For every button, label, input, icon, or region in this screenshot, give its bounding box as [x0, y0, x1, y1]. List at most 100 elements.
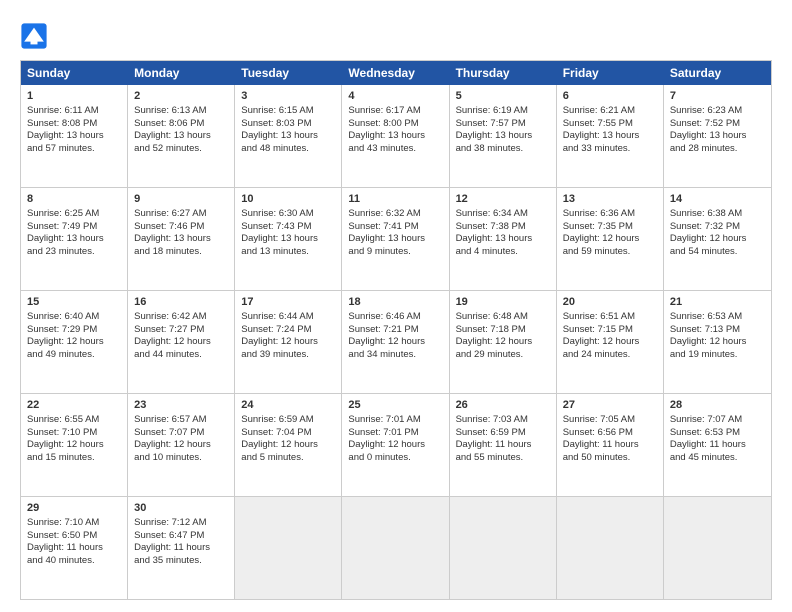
day-info-line: Sunrise: 7:07 AM [670, 414, 765, 427]
header [20, 18, 772, 50]
cal-cell [664, 497, 771, 599]
day-info-line: and 48 minutes. [241, 143, 335, 156]
cal-cell: 4Sunrise: 6:17 AMSunset: 8:00 PMDaylight… [342, 85, 449, 187]
day-info-line: Sunset: 7:27 PM [134, 324, 228, 337]
day-info-line: Daylight: 13 hours [134, 233, 228, 246]
day-info-line: Sunrise: 7:12 AM [134, 517, 228, 530]
cal-cell: 13Sunrise: 6:36 AMSunset: 7:35 PMDayligh… [557, 188, 664, 290]
day-info-line: Sunset: 7:07 PM [134, 427, 228, 440]
day-info-line: Daylight: 13 hours [27, 130, 121, 143]
logo-icon [20, 22, 48, 50]
cal-cell: 15Sunrise: 6:40 AMSunset: 7:29 PMDayligh… [21, 291, 128, 393]
day-info-line: Sunrise: 6:15 AM [241, 105, 335, 118]
calendar-header: SundayMondayTuesdayWednesdayThursdayFrid… [21, 61, 771, 85]
day-number: 21 [670, 295, 765, 310]
day-info-line: and 35 minutes. [134, 555, 228, 568]
day-info-line: Sunrise: 6:42 AM [134, 311, 228, 324]
day-info-line: Daylight: 12 hours [241, 336, 335, 349]
day-info-line: Sunrise: 6:48 AM [456, 311, 550, 324]
day-info-line: Sunset: 7:35 PM [563, 221, 657, 234]
cal-cell: 8Sunrise: 6:25 AMSunset: 7:49 PMDaylight… [21, 188, 128, 290]
day-info-line: Sunset: 7:13 PM [670, 324, 765, 337]
cal-row-2: 8Sunrise: 6:25 AMSunset: 7:49 PM Daylight… [21, 188, 771, 291]
day-info-line: Daylight: 13 hours [456, 130, 550, 143]
day-info-line: Daylight: 13 hours [670, 130, 765, 143]
day-number: 13 [563, 192, 657, 207]
day-info-line: Daylight: 12 hours [456, 336, 550, 349]
cal-cell [557, 497, 664, 599]
day-number: 20 [563, 295, 657, 310]
cal-cell: 23Sunrise: 6:57 AMSunset: 7:07 PMDayligh… [128, 394, 235, 496]
calendar: SundayMondayTuesdayWednesdayThursdayFrid… [20, 60, 772, 600]
day-info-line: and 45 minutes. [670, 452, 765, 465]
day-info-line: Sunset: 7:57 PM [456, 118, 550, 131]
cal-cell: 1Sunrise: 6:11 AMSunset: 8:08 PMDaylight… [21, 85, 128, 187]
day-info-line: Sunset: 7:01 PM [348, 427, 442, 440]
day-number: 30 [134, 501, 228, 516]
day-info-line: and 33 minutes. [563, 143, 657, 156]
day-number: 25 [348, 398, 442, 413]
cal-cell: 16Sunrise: 6:42 AMSunset: 7:27 PMDayligh… [128, 291, 235, 393]
day-info-line: Sunrise: 6:17 AM [348, 105, 442, 118]
cal-cell: 14Sunrise: 6:38 AMSunset: 7:32 PMDayligh… [664, 188, 771, 290]
cal-cell [235, 497, 342, 599]
day-info-line: and 29 minutes. [456, 349, 550, 362]
day-info-line: Sunset: 7:41 PM [348, 221, 442, 234]
cal-cell: 10Sunrise: 6:30 AMSunset: 7:43 PMDayligh… [235, 188, 342, 290]
day-info-line: and 9 minutes. [348, 246, 442, 259]
day-number: 1 [27, 89, 121, 104]
cal-cell: 25Sunrise: 7:01 AMSunset: 7:01 PMDayligh… [342, 394, 449, 496]
day-number: 11 [348, 192, 442, 207]
day-info-line: Sunset: 7:29 PM [27, 324, 121, 337]
day-info-line: Sunset: 7:38 PM [456, 221, 550, 234]
day-number: 27 [563, 398, 657, 413]
day-info-line: Sunset: 8:00 PM [348, 118, 442, 131]
weekday-header-friday: Friday [557, 61, 664, 85]
day-info-line: Daylight: 13 hours [241, 130, 335, 143]
day-info-line: Sunrise: 6:34 AM [456, 208, 550, 221]
day-info-line: Sunset: 8:03 PM [241, 118, 335, 131]
day-number: 16 [134, 295, 228, 310]
day-info-line: Sunrise: 6:11 AM [27, 105, 121, 118]
day-info-line: Daylight: 12 hours [348, 439, 442, 452]
day-info-line: Daylight: 12 hours [27, 439, 121, 452]
cal-cell: 9Sunrise: 6:27 AMSunset: 7:46 PMDaylight… [128, 188, 235, 290]
day-info-line: Sunset: 7:49 PM [27, 221, 121, 234]
day-info-line: Sunset: 7:52 PM [670, 118, 765, 131]
day-info-line: Sunset: 7:21 PM [348, 324, 442, 337]
cal-cell: 5Sunrise: 6:19 AMSunset: 7:57 PMDaylight… [450, 85, 557, 187]
day-info-line: and 59 minutes. [563, 246, 657, 259]
day-info-line: Sunset: 7:04 PM [241, 427, 335, 440]
day-info-line: Daylight: 12 hours [563, 336, 657, 349]
day-info-line: Daylight: 12 hours [134, 336, 228, 349]
cal-cell: 26Sunrise: 7:03 AMSunset: 6:59 PMDayligh… [450, 394, 557, 496]
day-number: 12 [456, 192, 550, 207]
day-info-line: Sunrise: 6:27 AM [134, 208, 228, 221]
day-info-line: Daylight: 12 hours [563, 233, 657, 246]
cal-cell [450, 497, 557, 599]
day-info-line: Sunrise: 6:40 AM [27, 311, 121, 324]
day-info-line: Daylight: 13 hours [348, 233, 442, 246]
day-info-line: Daylight: 13 hours [241, 233, 335, 246]
day-info-line: and 50 minutes. [563, 452, 657, 465]
weekday-header-thursday: Thursday [450, 61, 557, 85]
day-info-line: Sunrise: 6:25 AM [27, 208, 121, 221]
day-info-line: Sunset: 6:59 PM [456, 427, 550, 440]
cal-row-3: 15Sunrise: 6:40 AMSunset: 7:29 PM Dayligh… [21, 291, 771, 394]
day-number: 29 [27, 501, 121, 516]
day-info-line: and 24 minutes. [563, 349, 657, 362]
day-info-line: Sunrise: 6:36 AM [563, 208, 657, 221]
day-info-line: Daylight: 11 hours [670, 439, 765, 452]
cal-cell: 11Sunrise: 6:32 AMSunset: 7:41 PMDayligh… [342, 188, 449, 290]
day-info-line: and 54 minutes. [670, 246, 765, 259]
day-info-line: Sunrise: 6:44 AM [241, 311, 335, 324]
day-number: 8 [27, 192, 121, 207]
day-info-line: and 15 minutes. [27, 452, 121, 465]
day-number: 22 [27, 398, 121, 413]
cal-cell: 3Sunrise: 6:15 AMSunset: 8:03 PMDaylight… [235, 85, 342, 187]
day-number: 2 [134, 89, 228, 104]
day-number: 15 [27, 295, 121, 310]
day-info-line: Daylight: 12 hours [670, 336, 765, 349]
cal-cell: 30Sunrise: 7:12 AMSunset: 6:47 PMDayligh… [128, 497, 235, 599]
day-info-line: Sunrise: 6:46 AM [348, 311, 442, 324]
